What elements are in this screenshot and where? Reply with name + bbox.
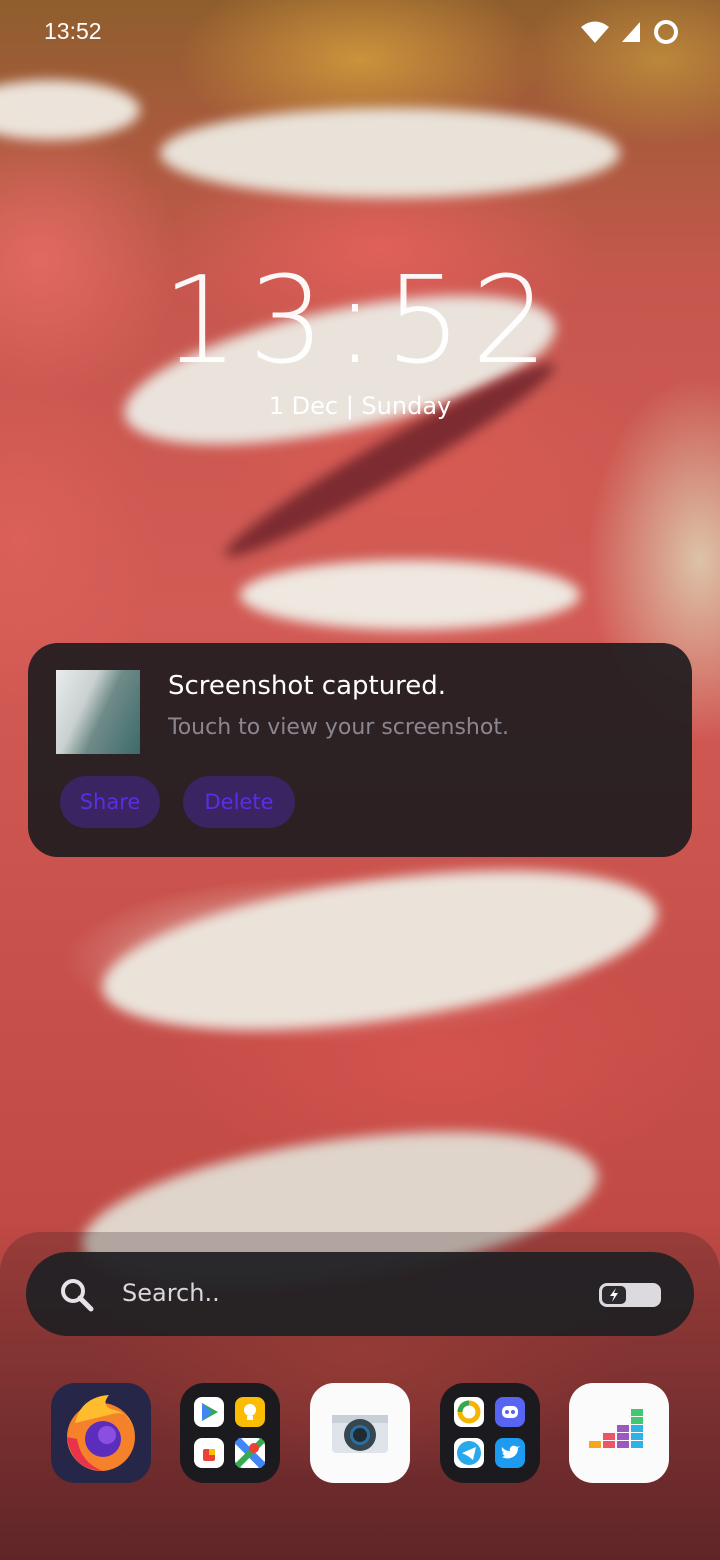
battery-saver-icon[interactable] [598,1282,662,1308]
macaron-filling [92,841,668,1059]
notification-title: Screenshot captured. [168,671,447,701]
shopping-icon [194,1438,224,1468]
wifi-icon [581,21,609,43]
share-button[interactable]: Share [60,776,160,828]
deezer-icon [589,1409,643,1448]
search-placeholder: Search.. [122,1279,220,1307]
delete-button[interactable]: Delete [183,776,295,828]
search-icon [61,1279,94,1312]
ring-app-icon [454,1397,484,1427]
firefox-icon [67,1395,135,1471]
twitter-icon [495,1438,525,1468]
search-bar[interactable]: Search.. [26,1252,694,1336]
camera-app[interactable] [310,1383,410,1483]
status-time: 13:52 [44,18,102,44]
telegram-icon [454,1438,484,1468]
google-apps-folder[interactable] [180,1383,280,1483]
discord-icon [495,1397,525,1427]
deezer-app[interactable] [569,1383,669,1483]
lockscreen-date: 1 Dec | Sunday [268,392,452,420]
camera-icon [332,1415,388,1453]
social-apps-folder[interactable] [440,1383,540,1483]
status-icons [580,18,680,46]
macaron-filling [0,80,140,140]
play-store-icon [194,1397,224,1427]
screenshot-thumbnail[interactable] [56,670,140,754]
lockscreen-clock: 13:52 [162,252,558,391]
cell-signal-icon [622,22,640,42]
keep-icon [235,1397,265,1427]
notification-subtitle: Touch to view your screenshot. [168,715,509,740]
macaron-filling [240,560,580,630]
status-bar: 13:52 [0,0,720,66]
maps-icon [234,1437,266,1469]
battery-ring-icon [654,20,678,44]
screenshot-notification[interactable]: Screenshot captured. Touch to view your … [28,643,692,857]
macaron-filling [160,108,620,198]
firefox-app[interactable] [51,1383,151,1483]
